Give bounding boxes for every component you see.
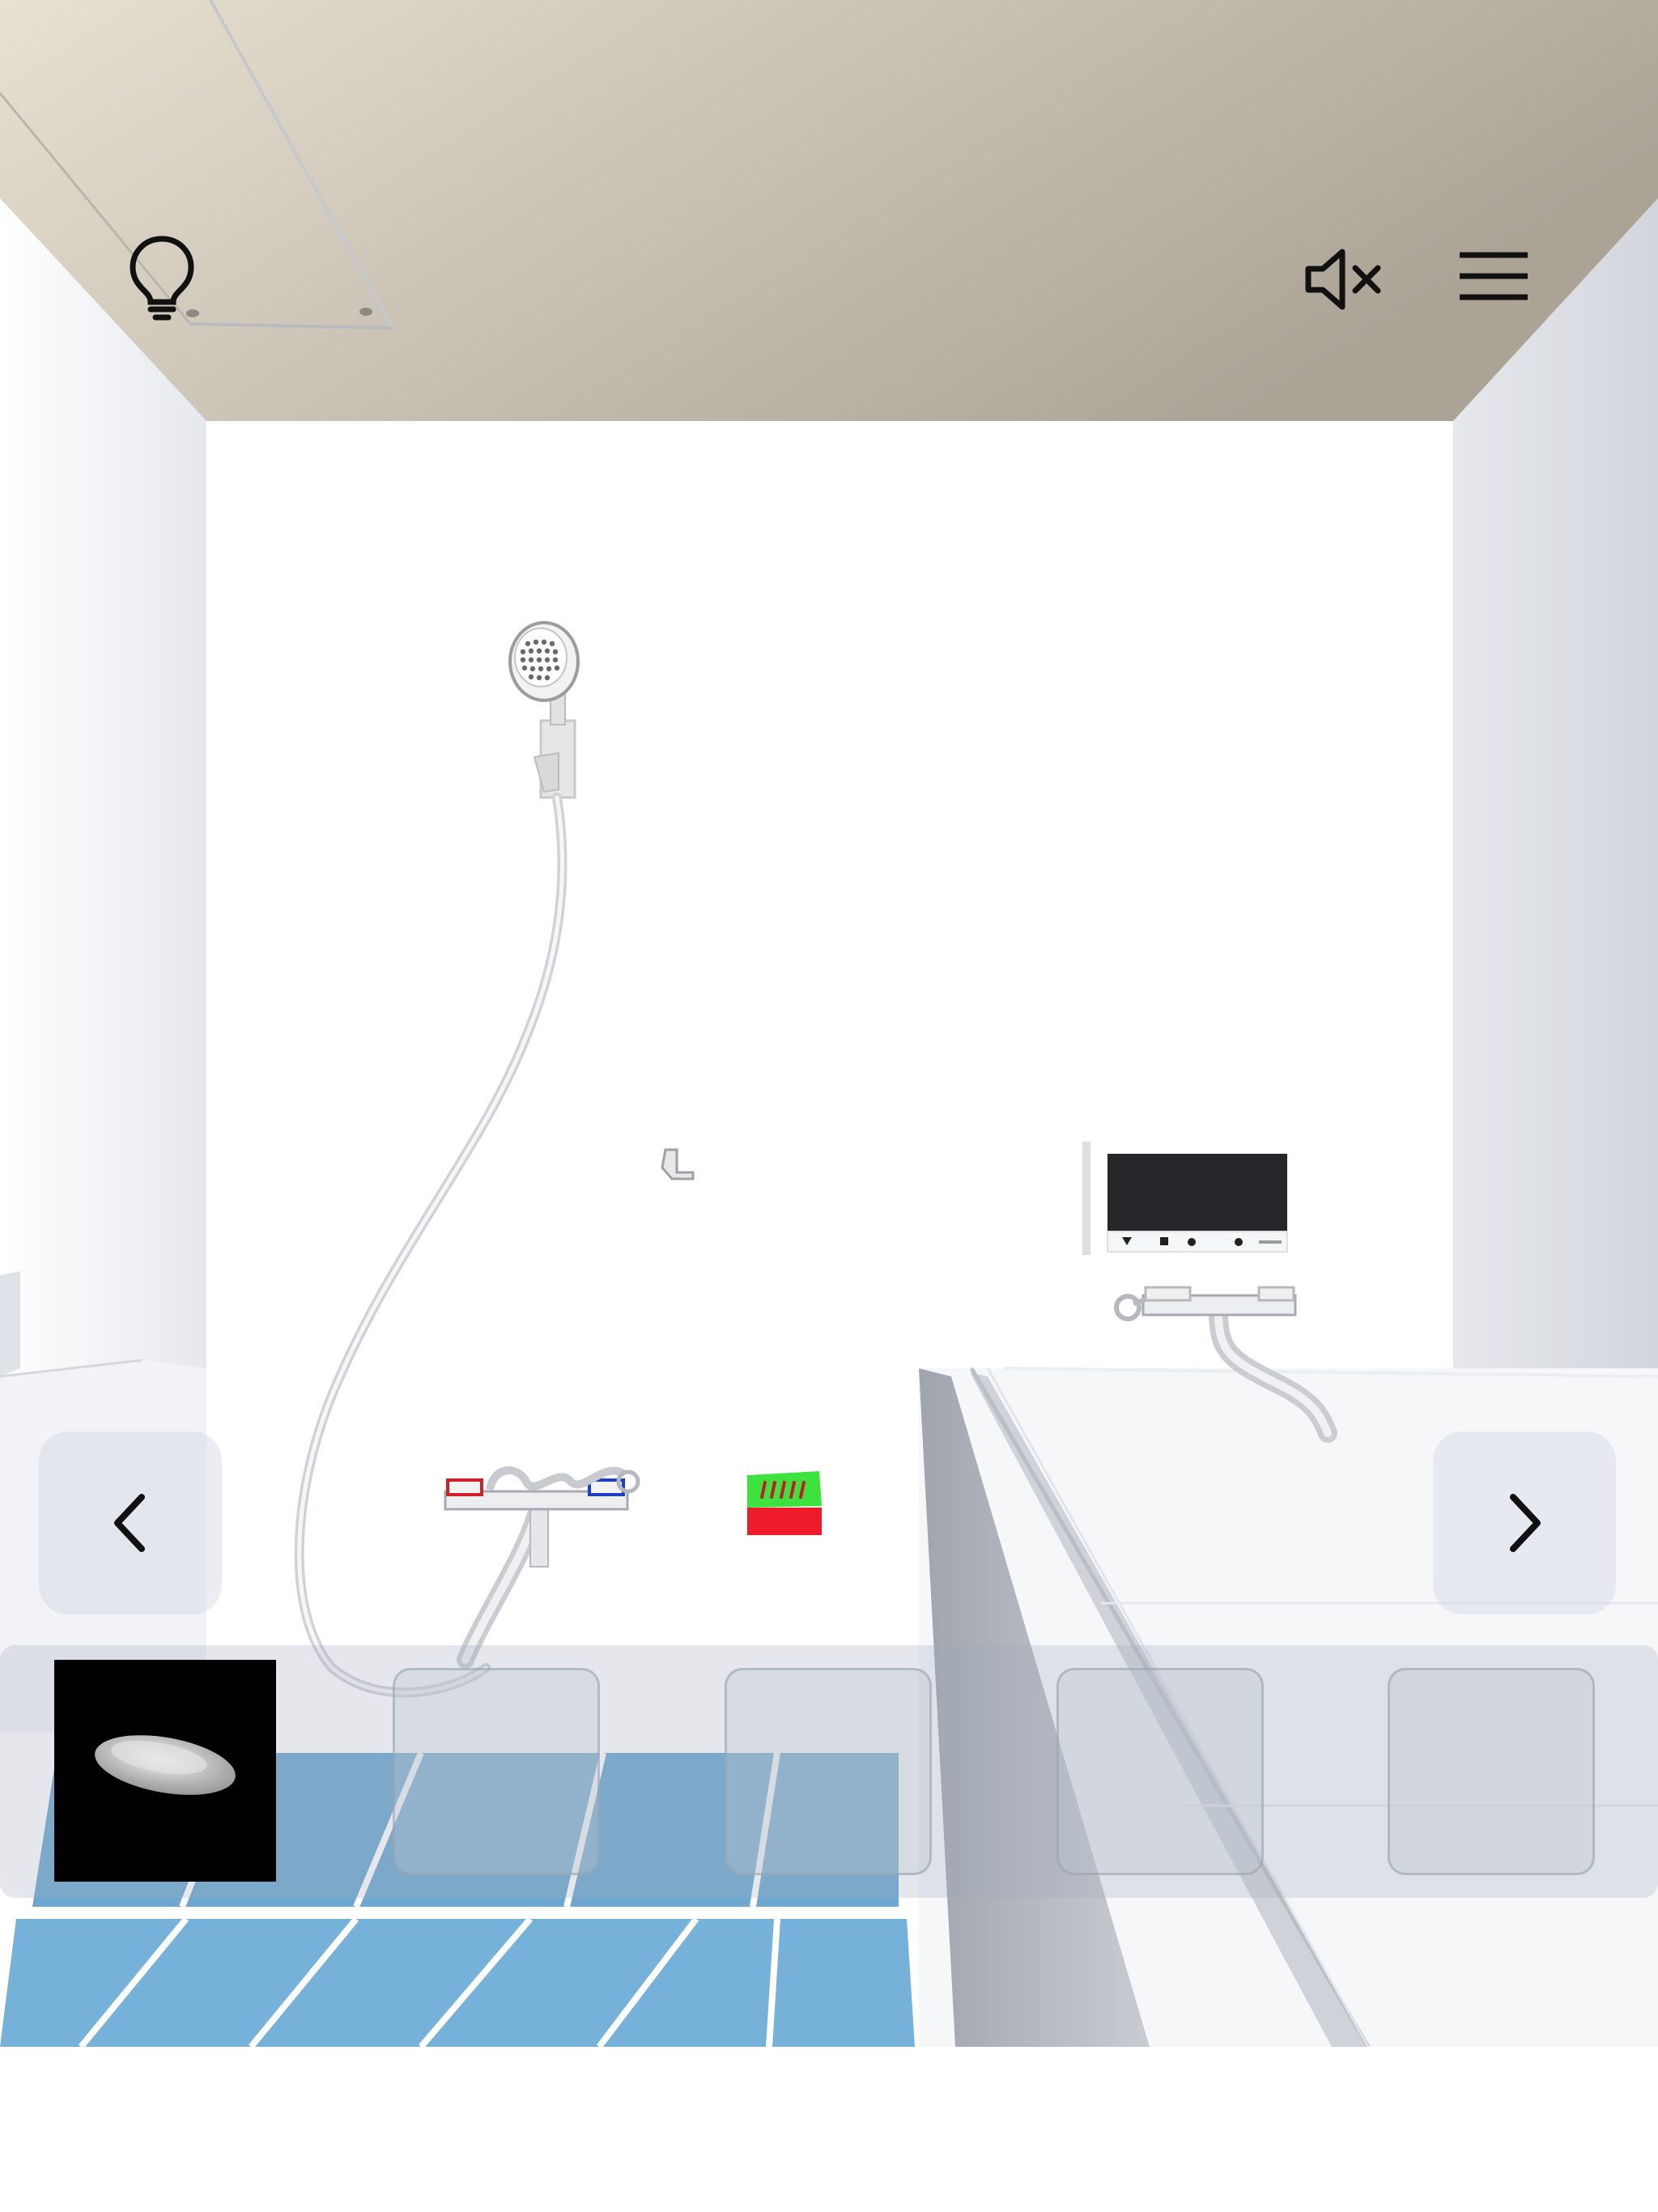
- soap-bar-icon: [95, 1735, 236, 1795]
- back-wall: [206, 421, 1453, 1498]
- control-panel: [1082, 1142, 1288, 1255]
- inventory-slot-1[interactable]: [54, 1660, 276, 1882]
- ceiling: [0, 0, 1658, 421]
- menu-button[interactable]: [1457, 251, 1530, 301]
- red-green-box: [747, 1471, 822, 1535]
- hamburger-menu-icon: [1460, 252, 1528, 300]
- lightbulb-icon: [130, 236, 194, 321]
- hint-button[interactable]: [121, 231, 202, 324]
- sound-toggle-button[interactable]: [1303, 247, 1384, 312]
- inventory-slot-2[interactable]: [393, 1668, 600, 1875]
- inventory-slot-5[interactable]: [1388, 1668, 1595, 1875]
- speaker-muted-icon: [1305, 249, 1381, 310]
- inventory-slot-3[interactable]: [725, 1668, 932, 1875]
- inventory-slot-4[interactable]: [1056, 1668, 1264, 1875]
- chevron-left-icon: [114, 1494, 145, 1552]
- next-view-button[interactable]: [1433, 1431, 1616, 1614]
- chevron-right-icon: [1510, 1494, 1541, 1552]
- prev-view-button[interactable]: [39, 1431, 222, 1614]
- shower-mixer-faucet: [444, 1466, 640, 1669]
